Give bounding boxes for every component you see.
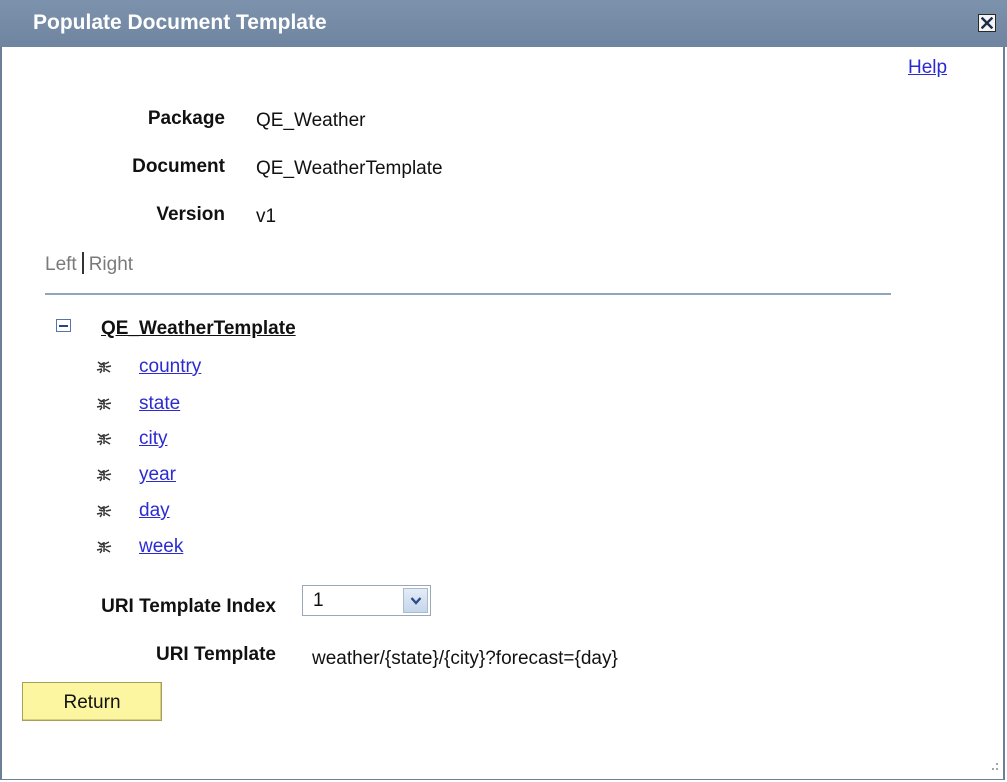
tree-root-node[interactable]: QE_WeatherTemplate [101,318,296,340]
uri-template-label: URI Template [155,644,276,665]
uri-template-index-value: 1 [313,590,324,611]
close-button[interactable] [978,14,996,32]
collapse-icon[interactable] [56,319,71,332]
section-divider [45,293,891,295]
left-view-link[interactable]: Left [45,254,77,275]
tree-item-city[interactable]: city [139,428,168,450]
right-view-link[interactable]: Right [89,254,133,275]
toggle-separator [81,252,84,274]
document-label: Document [132,156,225,177]
dropdown-button[interactable] [403,588,428,613]
uri-template-value: weather/{state}/{city}?forecast={day} [312,648,618,669]
element-node-icon [96,541,112,554]
document-value: QE_WeatherTemplate [256,158,443,179]
element-node-icon [96,361,112,374]
dialog-title: Populate Document Template [33,11,327,34]
version-value: v1 [256,206,277,227]
tree-item-week[interactable]: week [139,536,183,558]
package-value: QE_Weather [256,110,366,131]
return-button[interactable]: Return [22,682,162,721]
element-node-icon [96,469,112,482]
tree-item-state[interactable]: state [139,393,180,415]
uri-template-index-select[interactable]: 1 [302,585,431,616]
uri-template-index-label: URI Template Index [101,596,276,617]
package-label: Package [147,108,225,129]
dialog-titlebar: Populate Document Template [0,0,1007,47]
version-label: Version [156,204,225,225]
element-node-icon [96,433,112,446]
chevron-down-icon [410,597,422,605]
element-node-icon [96,505,112,518]
left-right-toggle: Left Right [45,252,133,276]
tree-item-day[interactable]: day [139,500,170,522]
tree-item-country[interactable]: country [139,356,201,378]
tree-item-year[interactable]: year [139,464,176,486]
close-icon [981,17,993,29]
resize-grip-icon[interactable] [986,760,1000,774]
help-link[interactable]: Help [908,57,947,79]
element-node-icon [96,398,112,411]
